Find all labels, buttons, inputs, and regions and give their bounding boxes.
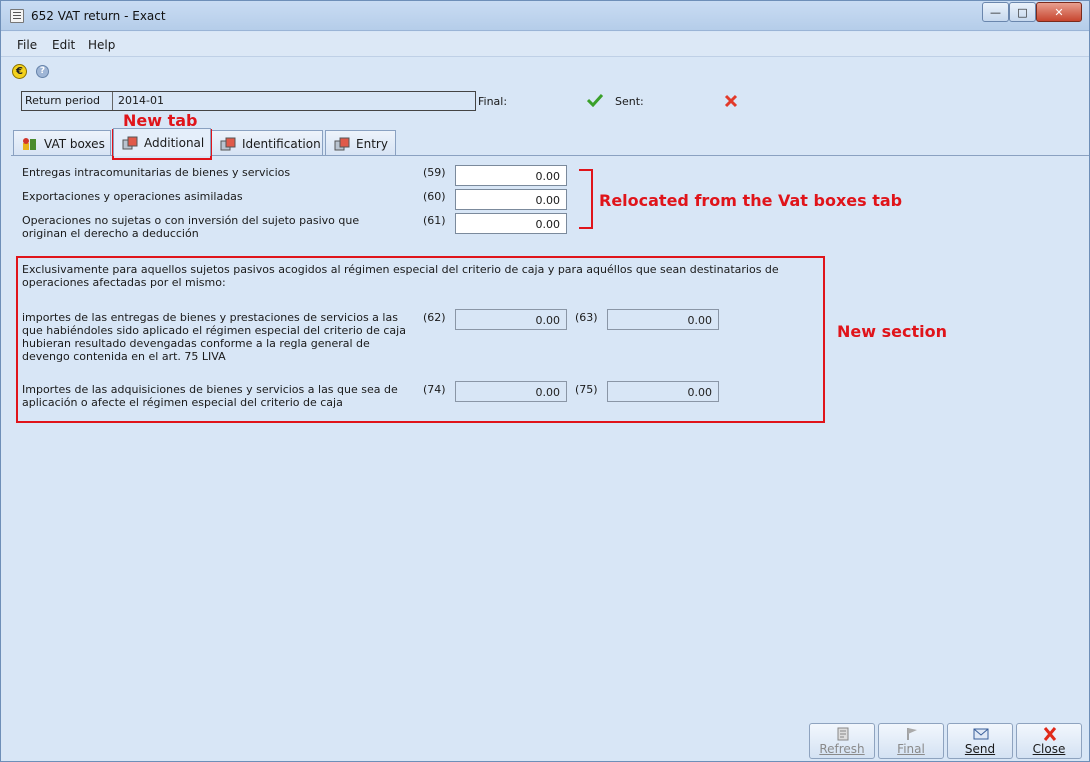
menu-edit[interactable]: Edit [52,38,75,52]
row-label-61: Operaciones no sujetas o con inversión d… [22,214,360,240]
help-icon[interactable]: ? [36,65,49,78]
window-title: 652 VAT return - Exact [31,9,166,23]
tab-label: VAT boxes [44,136,105,151]
send-icon [973,728,989,740]
annotation-section-box [16,256,825,423]
toolbar: € ? [1,58,1089,84]
identification-icon [220,137,236,150]
row-label-59: Entregas intracomunitarias de bienes y s… [22,166,291,179]
menu-bar: File Edit Help [1,32,1089,57]
annotation-relocated: Relocated from the Vat boxes tab [599,191,903,210]
tab-vat-boxes[interactable]: VAT boxes [13,130,111,156]
return-period-field: Return period 2014-01 [21,91,476,111]
tab-label: Identification [242,136,321,151]
tab-label: Entry [356,136,388,151]
code-59: (59) [423,166,446,179]
printer-icon [10,9,24,23]
close-button[interactable]: Close [1016,723,1082,759]
send-button[interactable]: Send [947,723,1013,759]
sent-label: Sent: [615,95,644,108]
final-button[interactable]: Final [878,723,944,759]
close-label: Close [1032,742,1066,756]
field-60[interactable]: 0.00 [455,189,567,210]
return-period-label: Return period [25,94,101,107]
entry-icon [334,137,350,150]
additional-icon [122,136,138,149]
annotation-new-section: New section [837,322,947,341]
title-bar: 652 VAT return - Exact — □ ✕ [1,1,1089,31]
tab-label: Additional [144,135,205,150]
final-label: Final: [478,95,508,108]
field-61[interactable]: 0.00 [455,213,567,234]
vat-boxes-icon [23,137,36,150]
tab-additional[interactable]: Additional [113,128,211,156]
code-60: (60) [423,190,446,203]
send-label: Send [964,742,996,756]
close-x-icon [1043,727,1057,741]
code-61: (61) [423,214,446,227]
refresh-icon [837,727,849,741]
refresh-button[interactable]: Refresh [809,723,875,759]
maximize-icon: □ [1017,5,1028,19]
menu-help[interactable]: Help [88,38,115,52]
tab-entry[interactable]: Entry [325,130,396,156]
return-period-value: 2014-01 [112,92,475,110]
refresh-label: Refresh [819,742,865,756]
checkmark-icon [587,93,603,107]
final-flag-icon [907,728,917,740]
annotation-bracket [579,169,593,229]
euro-icon[interactable]: € [12,64,27,79]
row-label-60: Exportaciones y operaciones asimiladas [22,190,243,203]
red-x-icon [724,94,738,108]
minimize-icon: — [990,5,1001,19]
tab-identification[interactable]: Identification [211,130,323,156]
close-window-button[interactable]: ✕ [1036,2,1082,22]
app-window: 652 VAT return - Exact — □ ✕ File Edit H… [0,0,1090,762]
minimize-button[interactable]: — [982,2,1009,22]
menu-file[interactable]: File [17,38,37,52]
field-59[interactable]: 0.00 [455,165,567,186]
final-label-button: Final [897,742,925,756]
close-icon: ✕ [1054,5,1064,19]
maximize-button[interactable]: □ [1009,2,1036,22]
